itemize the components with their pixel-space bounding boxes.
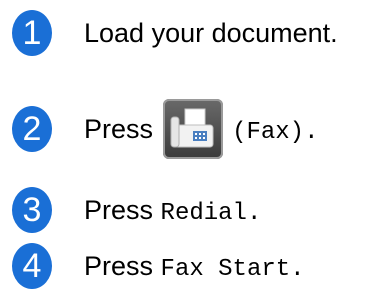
step-4: 4 Press Fax Start.	[0, 243, 373, 289]
step-text: Press Fax Start.	[84, 243, 305, 289]
step-number-badge: 4	[12, 243, 52, 289]
step-1: 1 Load your document.	[0, 10, 373, 56]
key-label: Redial.	[160, 200, 262, 227]
step-text: Press Redial.	[84, 187, 261, 233]
step-text: Load your document.	[84, 18, 338, 48]
key-label: Fax Start.	[160, 256, 305, 283]
step-2: 2 Press (Fax).	[0, 98, 373, 159]
step-text: Press (Fax).	[84, 98, 319, 159]
step-number-badge: 2	[12, 106, 52, 152]
fax-icon	[170, 108, 214, 148]
step-prefix: Press	[84, 114, 154, 144]
key-label: (Fax).	[232, 119, 319, 146]
step-3: 3 Press Redial.	[0, 187, 373, 233]
step-prefix: Press	[84, 251, 154, 281]
fax-button-icon[interactable]	[162, 98, 223, 159]
step-number-badge: 3	[12, 187, 52, 233]
step-prefix: Press	[84, 195, 154, 225]
step-number-badge: 1	[12, 10, 52, 56]
